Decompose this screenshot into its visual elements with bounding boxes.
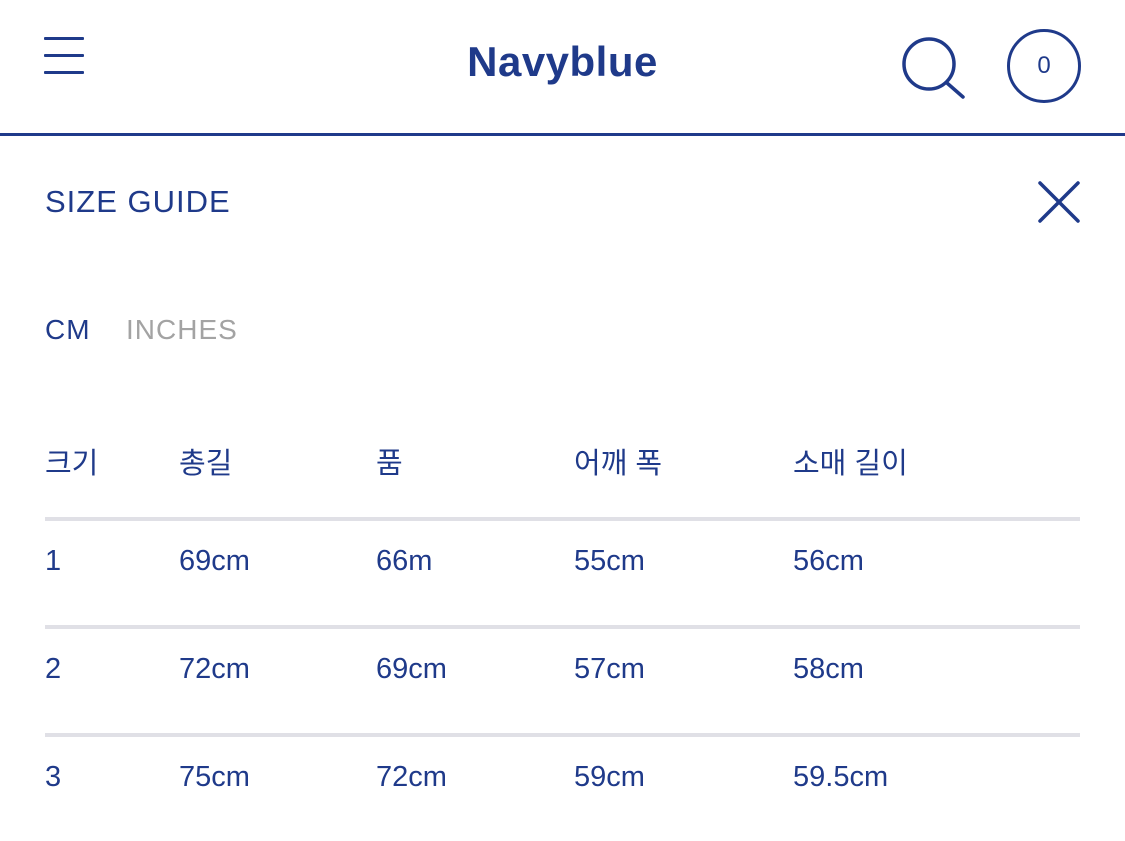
table-row: 1 69cm 66m 55cm 56cm bbox=[45, 517, 1080, 625]
row-divider bbox=[45, 733, 1080, 737]
hamburger-menu-icon[interactable] bbox=[44, 34, 86, 78]
size-guide-title: SIZE GUIDE bbox=[45, 184, 231, 219]
cell-width: 66m bbox=[376, 545, 433, 577]
close-icon[interactable] bbox=[1035, 178, 1083, 226]
row-divider bbox=[45, 517, 1080, 521]
brand-logo[interactable]: Navyblue bbox=[467, 38, 658, 85]
table-row: 3 75cm 72cm 59cm 59.5cm bbox=[45, 733, 1080, 841]
unit-tab-cm[interactable]: CM bbox=[45, 314, 91, 346]
column-header-shoulder: 어깨 폭 bbox=[574, 448, 663, 480]
size-table: 크기 총길 품 어깨 폭 소매 길이 1 69cm 66m 55cm 56cm … bbox=[45, 430, 1080, 841]
cell-shoulder: 57cm bbox=[574, 653, 645, 685]
top-header: Navyblue 0 bbox=[0, 0, 1125, 136]
column-header-size: 크기 bbox=[45, 448, 99, 480]
cell-size: 1 bbox=[45, 545, 62, 577]
cell-width: 69cm bbox=[376, 653, 447, 685]
cell-length: 69cm bbox=[179, 545, 250, 577]
cell-shoulder: 55cm bbox=[574, 545, 645, 577]
cell-length: 72cm bbox=[179, 653, 250, 685]
cart-button[interactable]: 0 bbox=[1007, 29, 1081, 103]
row-divider bbox=[45, 625, 1080, 629]
search-icon[interactable] bbox=[900, 34, 970, 104]
cell-sleeve: 59.5cm bbox=[793, 761, 889, 793]
cell-size: 3 bbox=[45, 761, 62, 793]
cell-length: 75cm bbox=[179, 761, 250, 793]
menu-line bbox=[44, 71, 84, 74]
unit-tab-inches[interactable]: INCHES bbox=[126, 314, 238, 346]
table-header-row: 크기 총길 품 어깨 폭 소매 길이 bbox=[45, 430, 1080, 517]
cell-size: 2 bbox=[45, 653, 62, 685]
column-header-sleeve: 소매 길이 bbox=[793, 448, 908, 480]
table-row: 2 72cm 69cm 57cm 58cm bbox=[45, 625, 1080, 733]
cell-sleeve: 56cm bbox=[793, 545, 864, 577]
cart-count: 0 bbox=[1037, 52, 1051, 79]
cell-sleeve: 58cm bbox=[793, 653, 864, 685]
menu-line bbox=[44, 54, 84, 57]
cell-shoulder: 59cm bbox=[574, 761, 645, 793]
cell-width: 72cm bbox=[376, 761, 447, 793]
column-header-width: 품 bbox=[376, 448, 403, 480]
column-header-length: 총길 bbox=[179, 448, 233, 480]
menu-line bbox=[44, 37, 84, 40]
